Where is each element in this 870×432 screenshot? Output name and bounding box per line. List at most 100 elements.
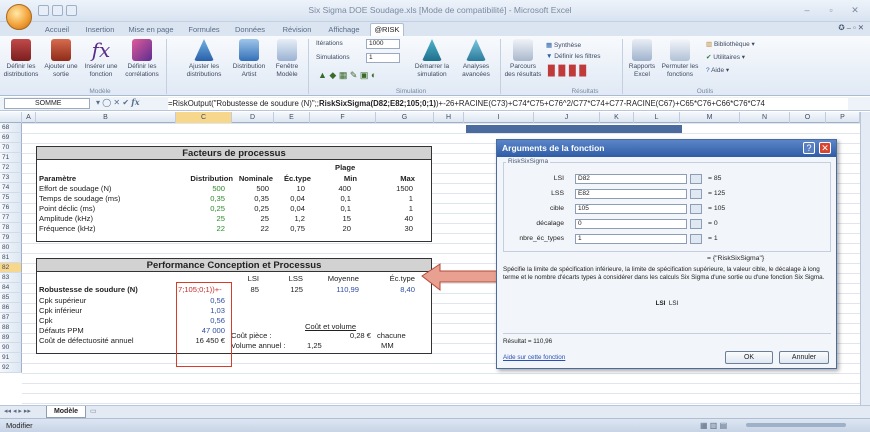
row-header[interactable]: 78: [0, 223, 22, 233]
param-min[interactable]: 20: [317, 224, 351, 233]
param-min[interactable]: 0,1: [317, 194, 351, 203]
row-header[interactable]: 92: [0, 363, 22, 373]
row-header[interactable]: 69: [0, 133, 22, 143]
param-min[interactable]: 0,1: [317, 204, 351, 213]
lsi-value[interactable]: 85: [233, 285, 259, 294]
browse-results-button[interactable]: Parcours des résultats: [504, 39, 542, 78]
row-header[interactable]: 85: [0, 293, 22, 303]
add-output-button[interactable]: Ajouter une sortie: [42, 39, 80, 78]
formula-input[interactable]: =RiskOutput("Robustesse de soudure (N)";…: [168, 98, 848, 110]
model-window-button[interactable]: Fenêtre Modèle: [270, 39, 304, 78]
office-button[interactable]: [6, 4, 32, 30]
row-header[interactable]: 74: [0, 183, 22, 193]
save-icon[interactable]: [38, 5, 49, 16]
simulations-input[interactable]: 1: [366, 53, 400, 63]
define-filters-button[interactable]: ▼ Définir les filtres: [546, 53, 600, 60]
row-header[interactable]: 79: [0, 233, 22, 243]
param-nominal[interactable]: 25: [233, 214, 269, 223]
param-nominal[interactable]: 500: [233, 184, 269, 193]
utilities-button[interactable]: ✔ Utilitaires ▾: [706, 53, 745, 61]
view-buttons[interactable]: ▦ ▥ ▤: [700, 421, 727, 430]
tab-accueil[interactable]: Accueil: [40, 24, 74, 36]
new-sheet-icon[interactable]: ▭: [90, 406, 110, 418]
param-max[interactable]: 30: [375, 224, 413, 233]
vertical-scrollbar[interactable]: [860, 112, 870, 412]
define-distributions-button[interactable]: Définir les distributions: [2, 39, 40, 78]
column-header[interactable]: A: [22, 112, 36, 123]
zoom-slider[interactable]: [746, 423, 846, 427]
row-header[interactable]: 82: [0, 263, 22, 273]
undo-icon[interactable]: [52, 5, 63, 16]
swap-functions-button[interactable]: Permuter les fonctions: [660, 39, 700, 78]
param-distribution[interactable]: 500: [175, 184, 225, 193]
library-button[interactable]: ▥ Bibliothèque ▾: [706, 40, 755, 48]
column-header[interactable]: I: [464, 112, 534, 123]
sheet-tab-modele[interactable]: Modèle: [46, 406, 86, 418]
param-max[interactable]: 1: [375, 204, 413, 213]
help-link[interactable]: Aide sur cette fonction: [503, 354, 623, 362]
active-formula-cell[interactable]: 7;105;0;1))+-: [178, 285, 228, 294]
column-header[interactable]: J: [534, 112, 600, 123]
row-header[interactable]: 87: [0, 313, 22, 323]
row-header[interactable]: 73: [0, 173, 22, 183]
param-distribution[interactable]: 25: [175, 214, 225, 223]
column-header[interactable]: F: [310, 112, 376, 123]
column-header[interactable]: O: [790, 112, 826, 123]
row-header[interactable]: 84: [0, 283, 22, 293]
arg-input-decalage[interactable]: 0: [575, 219, 687, 229]
sheet-nav-icon[interactable]: ◂◂ ◂ ▸ ▸▸: [4, 406, 31, 418]
distribution-artist-button[interactable]: Distribution Artist: [230, 39, 268, 78]
name-box[interactable]: SOMME: [4, 98, 90, 109]
param-stdev[interactable]: 0,04: [275, 204, 305, 213]
row-header[interactable]: 80: [0, 243, 22, 253]
tab-risk[interactable]: @RISK: [370, 23, 404, 36]
range-select-icon[interactable]: [690, 234, 702, 244]
close-icon[interactable]: ✕: [844, 3, 866, 17]
define-correlations-button[interactable]: Définir les corrélations: [122, 39, 162, 78]
tab-donnees[interactable]: Données: [232, 24, 268, 36]
range-select-icon[interactable]: [690, 219, 702, 229]
row-header[interactable]: 81: [0, 253, 22, 263]
param-max[interactable]: 1500: [375, 184, 413, 193]
column-header[interactable]: H: [434, 112, 464, 123]
column-header[interactable]: P: [826, 112, 860, 123]
tab-formules[interactable]: Formules: [186, 24, 222, 36]
row-header[interactable]: 68: [0, 123, 22, 133]
row-header[interactable]: 89: [0, 333, 22, 343]
simulation-mini-toolbar[interactable]: ▲ ◆ ▦ ✎ ▣ ◐: [318, 70, 376, 81]
arg-input-lss[interactable]: E82: [575, 189, 687, 199]
help-button[interactable]: ? Aide ▾: [706, 66, 729, 74]
param-stdev[interactable]: 1,2: [275, 214, 305, 223]
row-header[interactable]: 86: [0, 303, 22, 313]
param-distribution[interactable]: 22: [175, 224, 225, 233]
column-header[interactable]: K: [600, 112, 634, 123]
column-header[interactable]: B: [36, 112, 176, 123]
column-header[interactable]: G: [376, 112, 434, 123]
column-header[interactable]: C: [176, 112, 232, 123]
range-select-icon[interactable]: [690, 204, 702, 214]
param-min[interactable]: 400: [317, 184, 351, 193]
row-header[interactable]: 76: [0, 203, 22, 213]
excel-reports-button[interactable]: Rapports Excel: [626, 39, 658, 78]
cost-piece-value[interactable]: 0,28 €: [329, 331, 371, 340]
maximize-icon[interactable]: ▫: [820, 3, 842, 17]
ok-button[interactable]: OK: [725, 351, 773, 364]
param-stdev[interactable]: 0,75: [275, 224, 305, 233]
volume-value[interactable]: 1,25: [307, 341, 322, 350]
row-header[interactable]: 72: [0, 163, 22, 173]
formula-buttons[interactable]: ▾ ◯ ✕ ✔ fx: [96, 97, 139, 107]
param-nominal[interactable]: 0,35: [233, 194, 269, 203]
tab-insertion[interactable]: Insertion: [82, 24, 118, 36]
summary-button[interactable]: ▦ Synthèse: [546, 41, 581, 49]
range-select-icon[interactable]: [690, 189, 702, 199]
tab-affichage[interactable]: Affichage: [324, 24, 364, 36]
column-header[interactable]: M: [680, 112, 740, 123]
arg-input-nbre-ec-types[interactable]: 1: [575, 234, 687, 244]
arg-input-lsi[interactable]: D82: [575, 174, 687, 184]
row-header[interactable]: 88: [0, 323, 22, 333]
row-header[interactable]: 70: [0, 143, 22, 153]
column-header[interactable]: L: [634, 112, 680, 123]
close-icon[interactable]: ✕: [819, 142, 831, 154]
param-distribution[interactable]: 0,25: [175, 204, 225, 213]
fit-distributions-button[interactable]: Ajuster les distributions: [182, 39, 226, 78]
